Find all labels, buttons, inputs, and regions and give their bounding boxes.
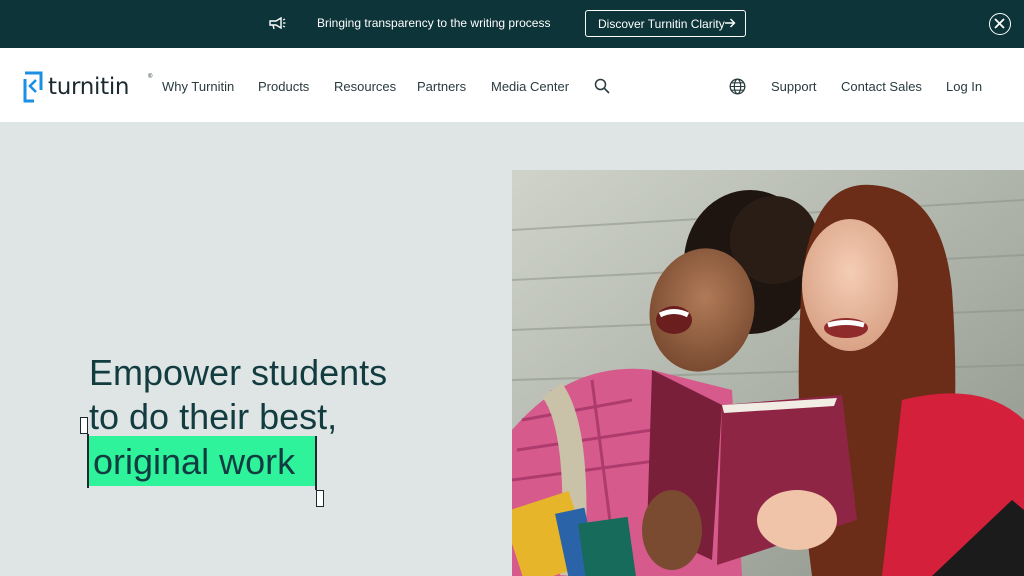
selection-bar-left: [87, 434, 89, 488]
globe-icon[interactable]: [729, 78, 746, 95]
turnitin-logo-mark: [23, 71, 43, 103]
nav-contact-sales[interactable]: Contact Sales: [841, 79, 922, 94]
turnitin-logo[interactable]: turnitin ®: [22, 70, 152, 104]
headline-line-2: to do their best,: [89, 396, 338, 437]
nav-resources[interactable]: Resources: [334, 79, 396, 94]
nav-log-in[interactable]: Log In: [946, 79, 982, 94]
selection-handle-start: [80, 417, 88, 434]
nav-media-center[interactable]: Media Center: [491, 79, 569, 94]
nav-why-turnitin[interactable]: Why Turnitin: [162, 79, 234, 94]
megaphone-icon: [269, 16, 286, 30]
headline-line-1: Empower students: [89, 352, 388, 393]
selection-bar-right: [315, 436, 317, 490]
search-icon[interactable]: [594, 78, 610, 94]
announcement-bar: Bringing transparency to the writing pro…: [0, 0, 1024, 48]
logo-wordmark: turnitin: [48, 74, 130, 100]
discover-clarity-button[interactable]: Discover Turnitin Clarity: [585, 10, 746, 37]
close-icon: [994, 18, 1005, 29]
main-navigation: turnitin ® Why Turnitin Products Resourc…: [0, 48, 1024, 122]
headline-highlight-text: original work: [93, 441, 296, 482]
announcement-message: Bringing transparency to the writing pro…: [317, 16, 551, 30]
close-announcement-button[interactable]: [989, 13, 1011, 35]
hero-headline: Empower students to do their best,: [89, 351, 387, 439]
nav-partners[interactable]: Partners: [417, 79, 466, 94]
arrow-right-icon: [725, 18, 736, 28]
logo-trademark: ®: [148, 74, 153, 80]
nav-support[interactable]: Support: [771, 79, 817, 94]
hero-section: Empower students to do their best, origi…: [0, 122, 1024, 576]
discover-clarity-label: Discover Turnitin Clarity: [598, 16, 725, 31]
selection-handle-end: [316, 490, 324, 507]
hero-students-image: [512, 170, 1024, 576]
nav-products[interactable]: Products: [258, 79, 309, 94]
